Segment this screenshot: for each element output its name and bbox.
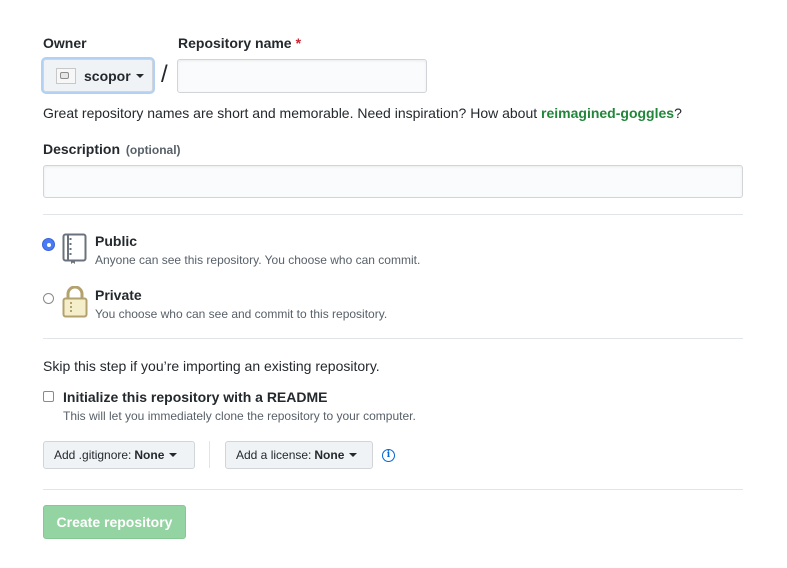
private-title: Private <box>95 287 142 303</box>
caret-down-icon <box>135 73 144 78</box>
create-repository-button[interactable]: Create repository <box>43 505 186 539</box>
gitignore-dropdown[interactable]: Add .gitignore: None <box>43 441 195 469</box>
hint-suffix: ? <box>674 105 682 121</box>
gitignore-label: Add .gitignore: <box>54 448 132 462</box>
readme-checkbox[interactable] <box>43 391 54 402</box>
gitignore-value: None <box>134 448 165 462</box>
caret-down-icon <box>169 453 178 457</box>
readme-label[interactable]: Initialize this repository with a README <box>63 389 327 405</box>
license-label: Add a license: <box>236 448 312 462</box>
owner-dropdown[interactable]: scopor <box>43 59 153 92</box>
lock-icon <box>62 286 88 318</box>
repo-name-label-text: Repository name <box>178 35 292 51</box>
vertical-divider <box>209 441 210 468</box>
caret-down-icon <box>349 453 358 457</box>
divider <box>43 214 743 215</box>
import-note: Skip this step if you’re importing an ex… <box>43 358 380 374</box>
license-value: None <box>314 448 345 462</box>
repo-name-label: Repository name * <box>178 35 301 51</box>
license-dropdown[interactable]: Add a license: None <box>225 441 373 469</box>
description-label: Description (optional) <box>43 141 181 157</box>
owner-avatar <box>56 67 76 84</box>
owner-label: Owner <box>43 35 87 51</box>
public-radio[interactable] <box>43 239 54 250</box>
repo-name-input[interactable] <box>177 59 427 93</box>
name-suggestion-link[interactable]: reimagined-goggles <box>541 105 674 121</box>
readme-desc: This will let you immediately clone the … <box>63 409 416 423</box>
hint-prefix: Great repository names are short and mem… <box>43 105 542 121</box>
divider <box>43 338 743 339</box>
public-desc: Anyone can see this repository. You choo… <box>95 253 421 267</box>
required-mark: * <box>295 35 302 51</box>
optional-tag: (optional) <box>125 143 181 157</box>
private-desc: You choose who can see and commit to thi… <box>95 307 388 321</box>
description-input[interactable] <box>43 165 743 198</box>
owner-repo-separator: / <box>161 61 168 88</box>
info-icon[interactable]: i <box>382 449 395 462</box>
private-radio[interactable] <box>43 293 54 304</box>
divider <box>43 489 743 490</box>
public-title: Public <box>95 233 138 249</box>
owner-name: scopor <box>84 67 131 84</box>
repo-icon <box>62 233 87 264</box>
description-label-text: Description <box>43 141 121 157</box>
repo-name-hint: Great repository names are short and mem… <box>43 105 682 121</box>
